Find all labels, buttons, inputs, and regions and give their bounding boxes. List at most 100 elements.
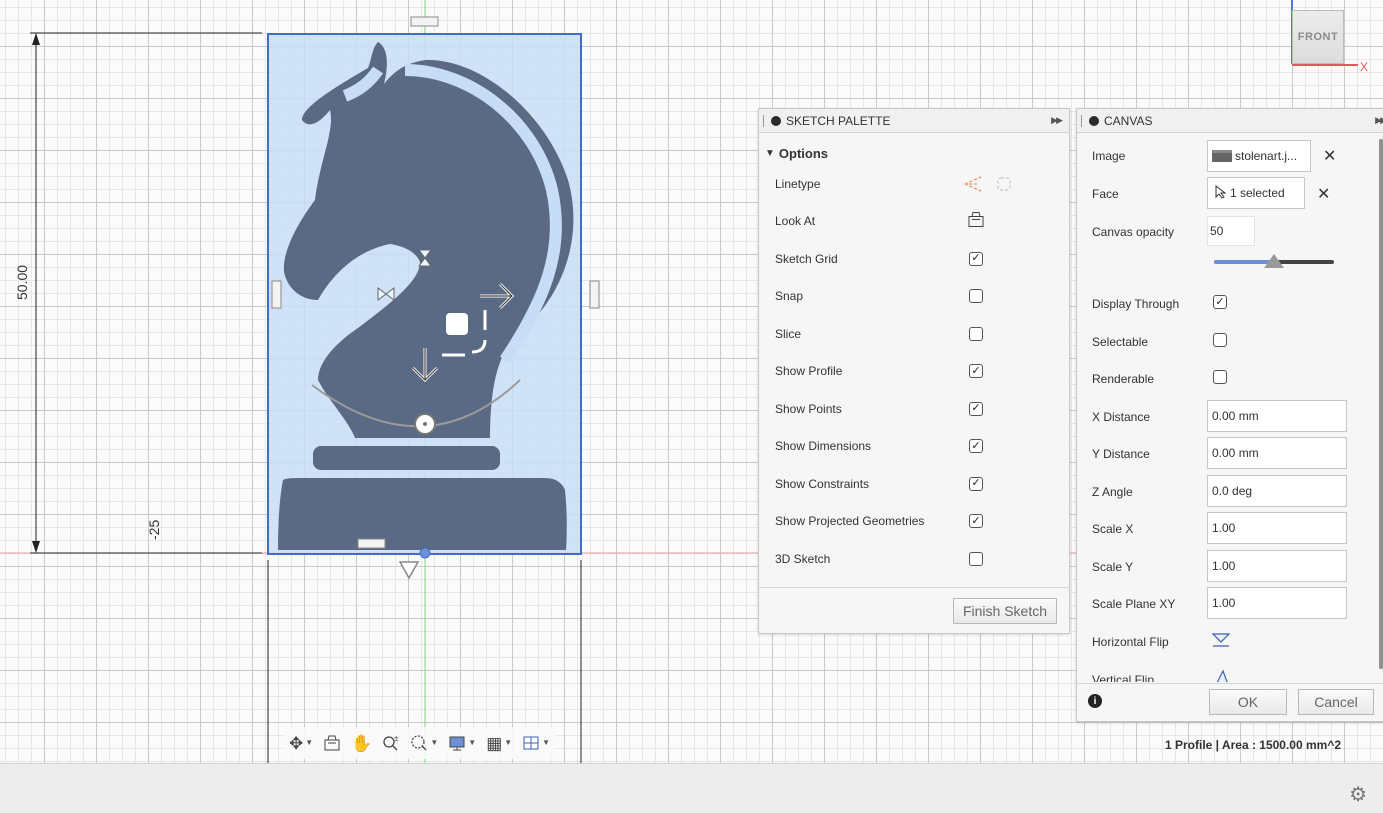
option-row-show-dimensions: Show Dimensions ✓ [759, 428, 1069, 466]
show-constraints-checkbox[interactable]: ✓ [969, 476, 983, 491]
display-settings-icon[interactable]: ▼ [448, 734, 476, 752]
z-angle-label: Z Angle [1092, 485, 1133, 499]
scale-y-label: Scale Y [1092, 560, 1134, 574]
show-profile-checkbox[interactable]: ✓ [969, 364, 983, 379]
x-axis-label: X [1360, 60, 1369, 74]
x-distance-input[interactable]: 0.00 mm [1207, 400, 1347, 432]
cancel-button[interactable]: Cancel [1298, 689, 1374, 715]
clear-face-icon[interactable]: ✕ [1317, 184, 1330, 204]
look-at-icon[interactable] [323, 734, 341, 752]
image-label: Image [1092, 149, 1126, 163]
z-angle-input[interactable]: 0.0 deg [1207, 475, 1347, 507]
renderable-checkbox[interactable] [1213, 370, 1227, 384]
vertical-flip-icon[interactable] [1211, 669, 1231, 682]
option-label: Show Profile [775, 364, 843, 379]
canvas-panel-scrollbar[interactable] [1379, 139, 1383, 669]
slice-checkbox[interactable] [969, 326, 983, 341]
fit-zoom-icon[interactable]: ▼ [410, 734, 438, 752]
selectable-checkbox[interactable] [1213, 333, 1227, 347]
show-projected-geometries-checkbox[interactable]: ✓ [969, 514, 983, 529]
centerline-linetype-icon[interactable] [995, 175, 1013, 193]
x-distance-label: X Distance [1092, 410, 1151, 424]
gear-icon[interactable]: ⚙ [1349, 782, 1367, 807]
show-points-checkbox[interactable]: ✓ [969, 401, 983, 416]
view-cube-front[interactable]: FRONT [1292, 10, 1344, 64]
pan-hand-icon[interactable]: ✋ [351, 735, 372, 752]
vertical-dimension[interactable] [30, 32, 262, 554]
vertical-flip-label: Vertical Flip [1092, 673, 1155, 682]
display-through-checkbox[interactable]: ✓ [1213, 295, 1227, 309]
option-label: 3D Sketch [775, 551, 831, 566]
option-row-show-projected-geometries: Show Projected Geometries ✓ [759, 503, 1069, 541]
scale-y-input[interactable]: 1.00 [1207, 550, 1347, 582]
option-label: Slice [775, 326, 802, 341]
display-through-label: Display Through [1092, 297, 1180, 311]
sketch-palette-header[interactable]: SKETCH PALETTE ▶▶ [759, 109, 1069, 133]
dimension-label-horizontal[interactable]: -25 [146, 520, 162, 540]
option-row-3d-sketch: 3D Sketch [759, 540, 1069, 578]
option-row-linetype: Linetype [759, 165, 1069, 203]
show-dimensions-checkbox[interactable]: ✓ [969, 439, 983, 454]
panel-toggle-icon[interactable] [771, 115, 781, 126]
face-select-field[interactable]: 1 selected [1207, 177, 1305, 209]
sketch-grid-checkbox[interactable]: ✓ [969, 251, 983, 266]
canvas-panel-header[interactable]: CANVAS ▶▶ [1077, 109, 1383, 133]
scale-plane-xy-label: Scale Plane XY [1092, 597, 1176, 611]
info-icon[interactable]: i [1088, 694, 1102, 708]
option-row-show-profile: Show Profile ✓ [759, 353, 1069, 391]
horizontal-flip-icon[interactable] [1211, 630, 1231, 650]
ground-constraint-icon [398, 561, 420, 580]
zoom-icon[interactable]: ± [382, 734, 400, 752]
origin-point[interactable] [419, 547, 431, 559]
y-distance-input[interactable]: 0.00 mm [1207, 437, 1347, 469]
scale-x-label: Scale X [1092, 522, 1134, 536]
drag-grip-icon[interactable] [1081, 114, 1083, 127]
image-filename: stolenart.j... [1235, 149, 1298, 163]
option-label: Show Dimensions [775, 439, 872, 454]
scale-x-input[interactable]: 1.00 [1207, 512, 1347, 544]
collapse-panel-icon[interactable]: ▶▶ [1051, 115, 1063, 126]
canvas-panel-title: CANVAS [1104, 113, 1153, 128]
option-row-snap: Snap [759, 278, 1069, 316]
sketch-palette-panel[interactable]: SKETCH PALETTE ▶▶ ▼ Options Linetype Loo… [758, 108, 1070, 634]
face-selection-count: 1 selected [1230, 186, 1285, 200]
svg-text:±: ± [394, 734, 399, 743]
vertical-flip-row: Vertical Flip [1076, 666, 1376, 682]
image-select-field[interactable]: stolenart.j... [1207, 140, 1311, 172]
view-cube[interactable]: FRONT X [1290, 0, 1383, 80]
viewports-icon[interactable]: ▼ [522, 734, 550, 752]
option-label: Sketch Grid [775, 251, 838, 266]
collapse-panel-icon[interactable]: ▶▶ [1375, 115, 1383, 126]
option-row-show-points: Show Points ✓ [759, 390, 1069, 428]
scale-plane-xy-input[interactable]: 1.00 [1207, 587, 1347, 619]
finish-sketch-button[interactable]: Finish Sketch [953, 598, 1057, 624]
3d-sketch-checkbox[interactable] [969, 551, 983, 566]
option-label: Snap [775, 289, 804, 304]
sketch-palette-footer: Finish Sketch [759, 587, 1069, 633]
grid-settings-icon[interactable]: ▦ ▼ [486, 735, 512, 752]
x-axis-indicator [1292, 64, 1358, 66]
panel-toggle-icon[interactable] [1089, 115, 1099, 126]
option-row-look-at: Look At [759, 203, 1069, 241]
option-label: Look At [775, 214, 816, 229]
snap-checkbox[interactable] [969, 289, 983, 304]
option-row-sketch-grid: Sketch Grid ✓ [759, 240, 1069, 278]
canvas-opacity-label: Canvas opacity [1092, 225, 1175, 239]
option-row-slice: Slice [759, 315, 1069, 353]
ok-button[interactable]: OK [1209, 689, 1287, 715]
clear-image-icon[interactable]: ✕ [1323, 146, 1336, 166]
folder-icon [1212, 150, 1232, 162]
dimension-label-vertical[interactable]: 50.00 [14, 265, 30, 300]
profile-area-status: 1 Profile | Area : 1500.00 mm^2 [1165, 738, 1342, 752]
orbit-icon[interactable]: ✥ ▼ [289, 735, 313, 752]
opacity-slider-track[interactable] [1214, 254, 1334, 268]
drag-grip-icon[interactable] [763, 114, 765, 127]
construction-linetype-icon[interactable] [963, 175, 983, 193]
horizontal-flip-label: Horizontal Flip [1092, 635, 1169, 649]
opacity-slider-thumb[interactable] [1264, 254, 1284, 268]
options-section-toggle[interactable]: ▼ Options [759, 141, 1069, 165]
option-label: Linetype [775, 176, 821, 191]
look-at-icon[interactable] [967, 211, 985, 229]
navigation-toolbar: ✥ ▼ ✋ ± ▼ ▼ ▦ ▼ ▼ [283, 727, 557, 759]
canvas-opacity-input[interactable]: 50 [1207, 216, 1255, 246]
